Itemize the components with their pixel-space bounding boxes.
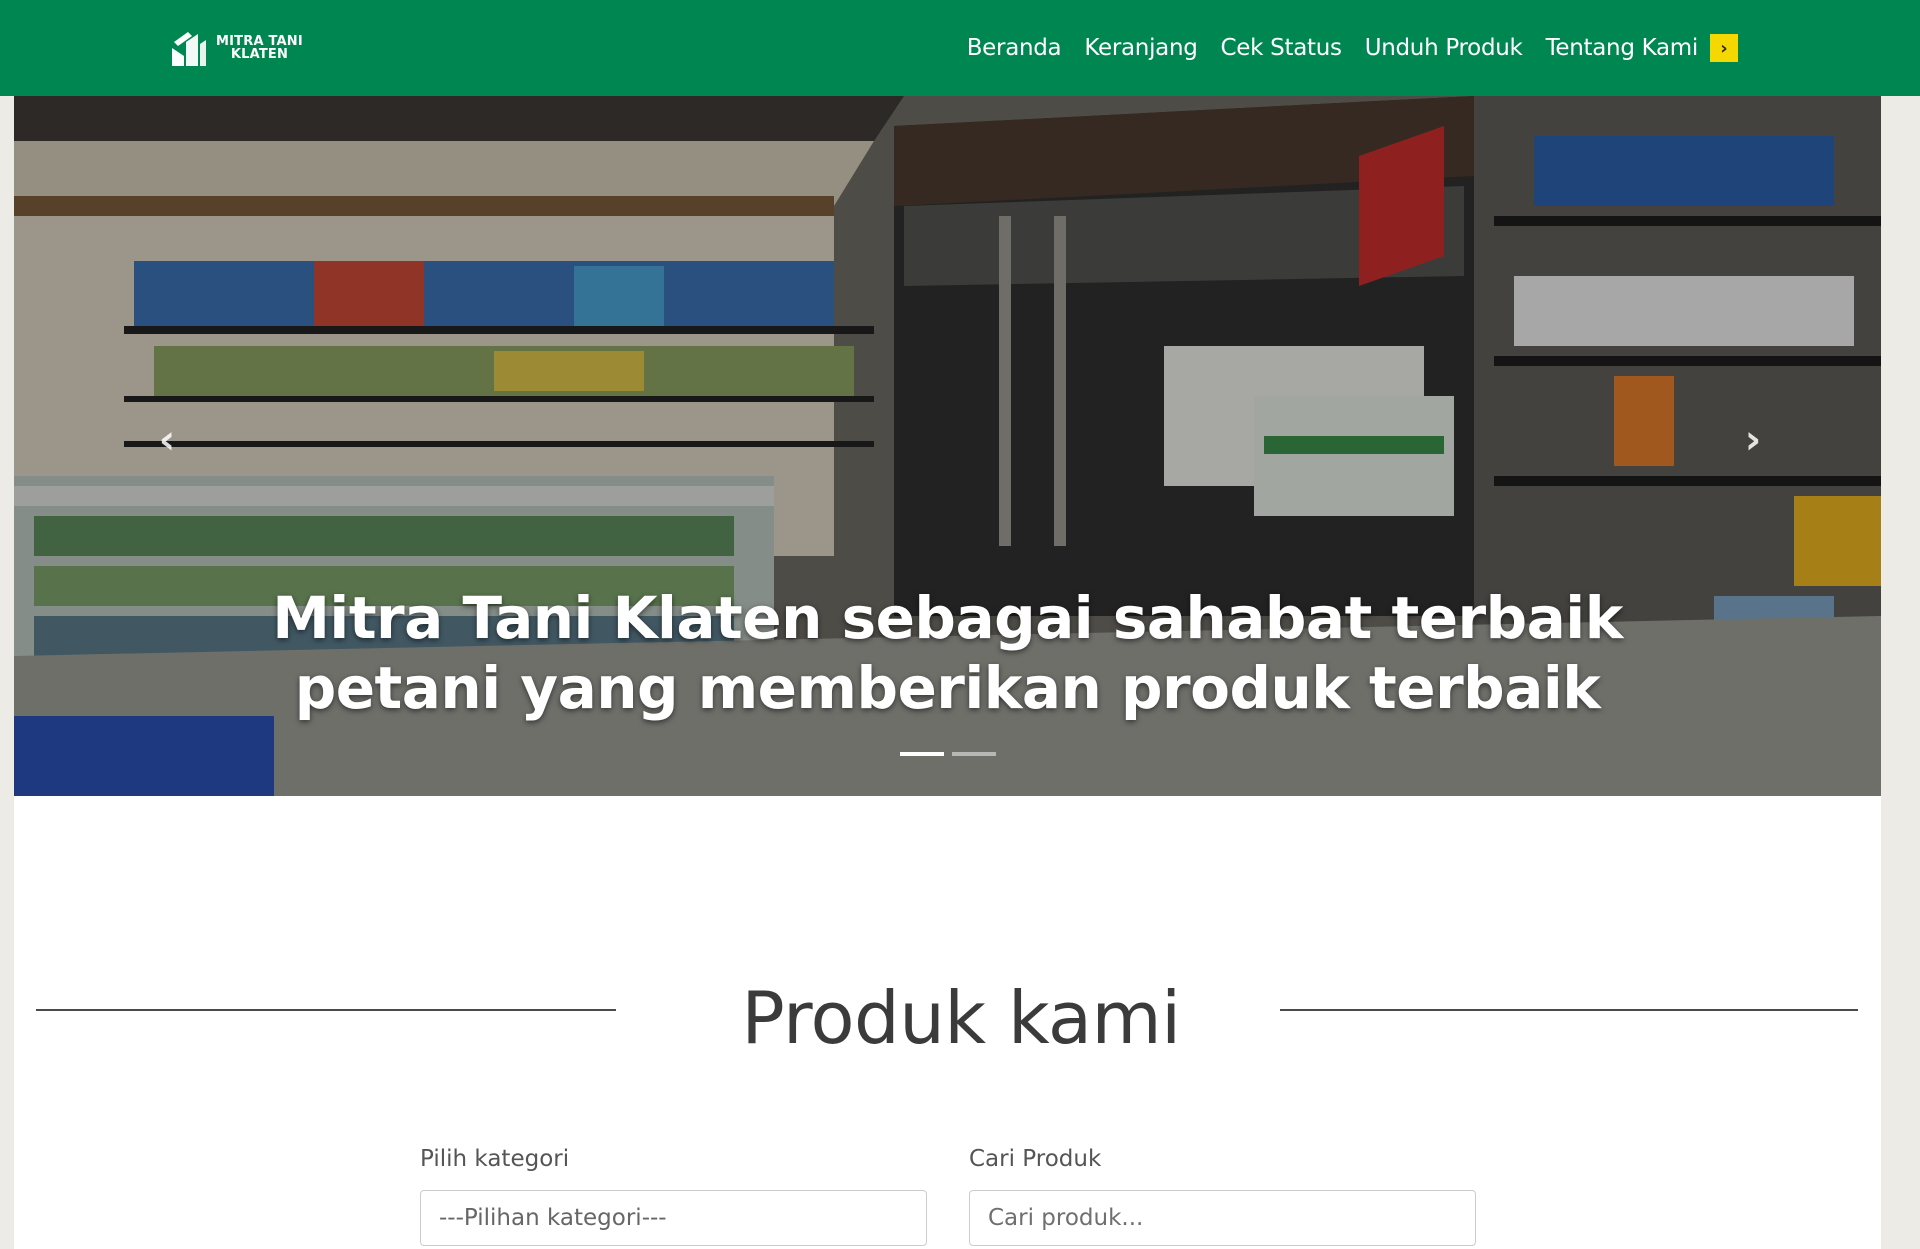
category-label: Pilih kategori (420, 1146, 570, 1172)
brand-name: MITRA TANI KLATEN (216, 35, 303, 61)
main-nav: Beranda Keranjang Cek Status Unduh Produ… (944, 0, 1738, 96)
chevron-right-icon[interactable]: › (1710, 34, 1738, 62)
navbar: MITRA TANI KLATEN Beranda Keranjang Cek … (0, 0, 1920, 96)
category-selected-value: ---Pilihan kategori--- (439, 1205, 667, 1231)
products-section: Produk kami Pilih kategori ---Pilihan ka… (14, 796, 1881, 1249)
leaf-logo-icon (172, 32, 206, 66)
category-select[interactable]: ---Pilihan kategori--- (420, 1190, 927, 1246)
chevron-right-icon[interactable]: › (1728, 410, 1778, 470)
nav-cek-status[interactable]: Cek Status (1221, 35, 1342, 61)
hero-caption-line-2: petani yang memberikan produk terbaik (294, 654, 1601, 722)
nav-beranda[interactable]: Beranda (967, 35, 1062, 61)
hero-caption-line-1: Mitra Tani Klaten sebagai sahabat terbai… (272, 584, 1623, 652)
carousel-indicators (14, 752, 1881, 756)
section-title: Produk kami (741, 976, 1181, 1060)
hero-caption: Mitra Tani Klaten sebagai sahabat terbai… (14, 583, 1881, 723)
brand-line-2: KLATEN (230, 47, 289, 62)
nav-keranjang[interactable]: Keranjang (1084, 35, 1197, 61)
carousel-indicator-2[interactable] (951, 752, 996, 756)
chevron-left-icon[interactable]: ‹ (142, 410, 192, 470)
search-label: Cari Produk (969, 1146, 1102, 1172)
nav-tentang-kami[interactable]: Tentang Kami (1546, 35, 1699, 61)
nav-unduh-produk[interactable]: Unduh Produk (1365, 35, 1523, 61)
search-input[interactable] (969, 1190, 1476, 1246)
hero-carousel: ‹ › Mitra Tani Klaten sebagai sahabat te… (14, 96, 1881, 796)
carousel-indicator-1[interactable] (899, 752, 944, 756)
brand-logo[interactable]: MITRA TANI KLATEN (168, 26, 303, 70)
